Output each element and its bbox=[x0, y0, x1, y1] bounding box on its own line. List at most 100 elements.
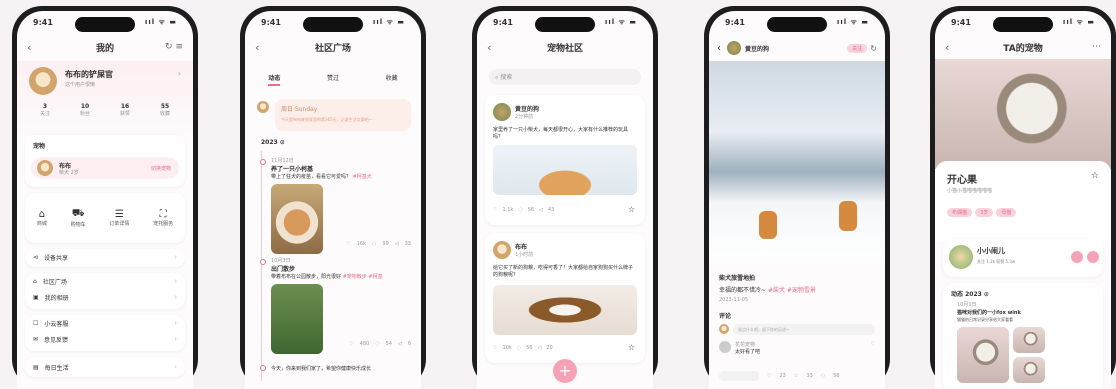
share-count: 43 bbox=[547, 207, 555, 213]
pet-item[interactable]: 布布 柴犬 2岁 切换宠物 bbox=[31, 157, 179, 179]
owner-card[interactable]: 小小闹儿 关注 1.2k 获赞 5.3w bbox=[943, 239, 1103, 277]
menu-album[interactable]: ▣ 我的相册 › bbox=[25, 289, 185, 305]
share-icon[interactable]: ◁ bbox=[538, 345, 542, 351]
chevron-right-icon: › bbox=[174, 319, 177, 327]
like-icon[interactable]: ♡ bbox=[767, 373, 771, 379]
cart-button[interactable]: ⛟ 购物车 bbox=[71, 208, 86, 228]
star-icon[interactable]: ☆ bbox=[628, 343, 635, 352]
pets-card: 宠物 布布 柴犬 2岁 切换宠物 bbox=[25, 135, 185, 187]
share-card[interactable]: ⊲ 设备共享 › bbox=[25, 249, 185, 267]
post-card-2[interactable]: 布布 1小时前 给它买了新的狗粮，吃得可香了！大家都给自家狗狗买什么牌子的狗粮呢… bbox=[485, 233, 645, 363]
like-icon[interactable]: ♡ bbox=[346, 241, 350, 247]
shiba-photo[interactable] bbox=[493, 145, 637, 195]
back-icon[interactable]: ‹ bbox=[717, 43, 721, 54]
service-label: 商城 bbox=[36, 221, 47, 227]
snow-dogs-photo[interactable] bbox=[709, 61, 885, 263]
follow-icon[interactable] bbox=[1071, 251, 1083, 263]
stat-favorites[interactable]: 55 收藏 bbox=[160, 103, 170, 117]
menu-service[interactable]: ☐ 小云客服 › bbox=[25, 315, 185, 331]
message-icon[interactable] bbox=[1087, 251, 1099, 263]
like-icon[interactable]: ♡ bbox=[493, 207, 497, 213]
tab-liked[interactable]: 赞过 bbox=[327, 73, 339, 86]
comment-item[interactable]: 花花宠物 太好看了吧 ♡ bbox=[719, 341, 875, 355]
like-icon[interactable]: ♡ bbox=[871, 341, 875, 347]
post-card-1[interactable]: 黄豆的狗 2分钟前 家里养了一只小柴犬，每天都很开心，大家有什么推荐的玩具吗？ … bbox=[485, 95, 645, 225]
favorite-count: 33 bbox=[806, 373, 813, 379]
menu-daily[interactable]: ▤ 每日生活 › bbox=[25, 357, 185, 377]
back-icon[interactable]: ‹ bbox=[487, 41, 491, 54]
chevron-down-icon[interactable]: ⊙ bbox=[280, 139, 285, 146]
service-label: 购物车 bbox=[70, 222, 86, 228]
like-count: 1.1k bbox=[502, 207, 514, 213]
cat-post-photo-1[interactable] bbox=[957, 327, 1009, 383]
chevron-down-icon[interactable]: ⊙ bbox=[984, 291, 989, 298]
like-count: 16k bbox=[356, 241, 367, 247]
comment-count: 99 bbox=[382, 241, 389, 247]
pet-care-button[interactable]: ⛶ 宠托服务 bbox=[153, 209, 173, 227]
share-icon[interactable]: ◁ bbox=[539, 207, 543, 213]
add-post-button[interactable]: + bbox=[553, 359, 577, 383]
owner-avatar[interactable] bbox=[949, 245, 973, 269]
post-user[interactable]: 黄豆的狗 bbox=[515, 104, 539, 113]
star-icon[interactable]: ☆ bbox=[1091, 171, 1099, 181]
feed-label: 动态 bbox=[951, 291, 964, 298]
like-icon[interactable]: ♡ bbox=[493, 345, 497, 351]
chevron-right-icon: › bbox=[174, 253, 177, 261]
refresh-icon[interactable]: ↻ bbox=[870, 44, 877, 53]
post-avatar[interactable] bbox=[493, 103, 511, 121]
shop-button[interactable]: ⌂ 商城 bbox=[37, 209, 47, 227]
share-count: 33 bbox=[404, 241, 411, 247]
timeline-entry-2[interactable]: 10月3日 出门散步 带着布布在公园散步，阳光很好 #宠物散步 #柯基 ♡ 480… bbox=[260, 257, 411, 354]
avatar[interactable] bbox=[29, 67, 57, 95]
beagle-photo[interactable] bbox=[493, 285, 637, 335]
comment-icon[interactable]: ◌ bbox=[375, 341, 379, 347]
timeline-entry-1[interactable]: 11月12日 养了一只小柯基 带上了狂犬的疫苗，看看它可爱吗？ #柯基犬 ♡ 16… bbox=[260, 157, 411, 254]
search-bar[interactable]: ⌕ 搜索 bbox=[489, 69, 641, 85]
menu-community[interactable]: ⌂ 社区广场 › bbox=[25, 273, 185, 289]
back-icon[interactable]: ‹ bbox=[255, 41, 259, 54]
back-icon[interactable]: ‹ bbox=[27, 41, 31, 54]
menu-label: 社区广场 bbox=[42, 278, 67, 286]
comment-icon[interactable]: ◌ bbox=[372, 241, 376, 247]
star-icon[interactable]: ☆ bbox=[794, 373, 798, 379]
corgi-photo[interactable] bbox=[271, 184, 323, 254]
commenter-avatar bbox=[719, 341, 731, 353]
timeline-entry-3[interactable]: 今天，你来到我们家了，希望你健康快乐成长 bbox=[260, 365, 411, 372]
cat-photo[interactable] bbox=[935, 59, 1111, 169]
stat-likes[interactable]: 16 获赞 bbox=[120, 103, 130, 117]
reply-input[interactable] bbox=[719, 371, 759, 381]
more-icon[interactable]: ⋯ bbox=[1092, 42, 1101, 52]
author-name[interactable]: 黄豆的狗 bbox=[745, 44, 769, 53]
post-avatar[interactable] bbox=[493, 241, 511, 259]
like-icon[interactable]: ♡ bbox=[349, 341, 353, 347]
menu-icon[interactable]: ↻ ≡ bbox=[165, 42, 183, 52]
stat-label: 收藏 bbox=[159, 111, 170, 117]
tab-favorites[interactable]: 收藏 bbox=[386, 73, 398, 86]
switch-pet-button[interactable]: 切换宠物 bbox=[151, 165, 171, 172]
comment-input[interactable]: 说点什么吧，留下你的足迹~ bbox=[733, 323, 875, 335]
comment-icon[interactable]: ◌ bbox=[821, 373, 825, 379]
comment-icon[interactable]: ◌ bbox=[517, 345, 521, 351]
share-icon[interactable]: ◁ bbox=[395, 241, 399, 247]
back-icon[interactable]: ‹ bbox=[945, 41, 949, 54]
tab-posts[interactable]: 动态 bbox=[268, 73, 281, 86]
star-icon[interactable]: ☆ bbox=[628, 205, 635, 214]
dog-walk-photo[interactable] bbox=[271, 284, 323, 354]
orders-button[interactable]: ☰ 订单详情 bbox=[109, 209, 129, 227]
chevron-right-icon[interactable]: › bbox=[178, 69, 181, 78]
entry-tag[interactable]: #柯基犬 bbox=[353, 174, 372, 180]
stat-follow[interactable]: 3 关注 bbox=[40, 103, 50, 117]
author-avatar[interactable] bbox=[727, 41, 741, 55]
share-icon[interactable]: ◁ bbox=[398, 341, 402, 347]
stat-fans[interactable]: 10 粉丝 bbox=[80, 103, 90, 117]
cat-post-photo-2[interactable] bbox=[1013, 327, 1045, 353]
pet-desc: 小猫小猫喵喵喵喵喵 bbox=[947, 188, 993, 194]
post-user[interactable]: 布布 bbox=[515, 242, 527, 251]
comment-icon[interactable]: ◌ bbox=[518, 207, 522, 213]
share-count: 6 bbox=[407, 341, 411, 347]
post-tags[interactable]: #柴犬 #宠物雪景 bbox=[768, 287, 816, 294]
follow-button[interactable]: 关注 bbox=[847, 43, 868, 53]
menu-feedback[interactable]: ✉ 意见反馈 › bbox=[25, 331, 185, 347]
cat-post-photo-3[interactable] bbox=[1013, 357, 1045, 383]
entry-tag[interactable]: #宠物散步 #柯基 bbox=[343, 274, 383, 280]
